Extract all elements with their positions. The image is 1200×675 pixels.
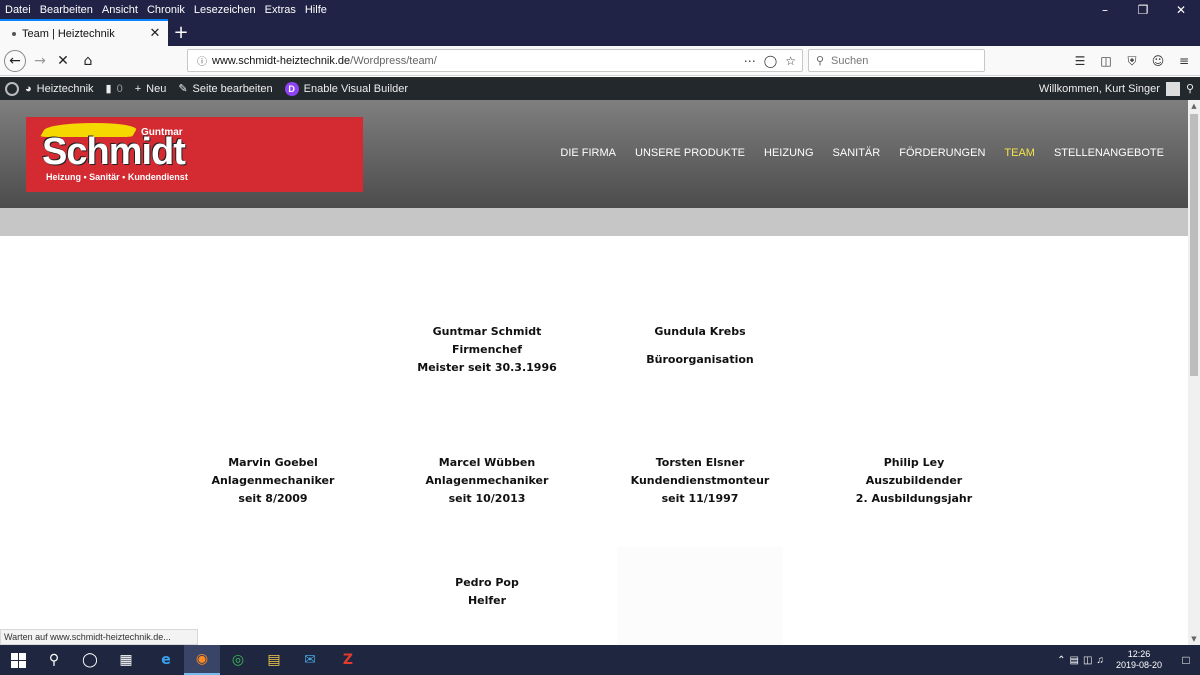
- edge-icon[interactable]: e: [148, 645, 184, 675]
- wp-edit-page[interactable]: ✎ Seite bearbeiten: [172, 82, 278, 96]
- firefox-icon[interactable]: ◉: [184, 645, 220, 675]
- image-placeholder: [617, 547, 783, 645]
- notification-icon[interactable]: □: [1172, 653, 1200, 667]
- menu-hilfe[interactable]: Hilfe: [300, 4, 331, 16]
- logo-brand: Schmidt: [42, 131, 186, 173]
- header-band: [0, 208, 1188, 236]
- nav-team[interactable]: TEAM: [1004, 147, 1035, 159]
- tray-icons[interactable]: ⌃▤◫♫: [1057, 655, 1108, 666]
- mail-icon[interactable]: ✉: [292, 645, 328, 675]
- search-taskbar-icon[interactable]: ⚲: [36, 645, 72, 675]
- home-icon[interactable]: ⌂: [77, 50, 99, 72]
- new-tab-icon[interactable]: +: [170, 19, 192, 46]
- filezilla-icon[interactable]: Z: [330, 645, 366, 675]
- pocket-icon[interactable]: ◯: [764, 54, 777, 68]
- sidebar-icon[interactable]: ◫: [1096, 50, 1116, 72]
- chrome-icon[interactable]: ◎: [220, 645, 256, 675]
- wp-new[interactable]: + Neu: [129, 83, 173, 95]
- team-member: Torsten Elsner Kundendienstmonteur seit 11…: [630, 456, 770, 505]
- dashboard-icon: ◕: [25, 82, 32, 95]
- team-member: Pedro Pop Helfer: [455, 576, 519, 607]
- nav-unsere-produkte[interactable]: UNSERE PRODUKTE: [635, 147, 745, 159]
- menu-datei[interactable]: Datei: [0, 4, 35, 16]
- shield-icon[interactable]: ⛨: [1122, 50, 1142, 72]
- minimize-icon[interactable]: –: [1086, 0, 1124, 19]
- system-tray: ⌃▤◫♫ 12:26 2019-08-20 □: [1057, 645, 1200, 675]
- hamburger-menu-icon[interactable]: ≡: [1174, 50, 1194, 72]
- wp-visual-builder[interactable]: D Enable Visual Builder: [279, 81, 414, 96]
- nav-sanitaer[interactable]: SANITÄR: [833, 147, 881, 159]
- wp-comments[interactable]: ▮ 0: [100, 82, 129, 96]
- loading-dot-icon: [12, 31, 16, 36]
- cortana-icon[interactable]: ◯: [72, 645, 108, 675]
- menu-chronik[interactable]: Chronik: [142, 4, 189, 16]
- close-window-icon[interactable]: ✕: [1162, 0, 1200, 19]
- url-bar[interactable]: ⓘ www.schmidt-heiztechnik.de/Wordpress/t…: [187, 49, 803, 72]
- search-input[interactable]: [831, 54, 971, 67]
- window-controls: – ❐ ✕: [1086, 0, 1200, 19]
- scroll-down-icon[interactable]: ▼: [1188, 633, 1200, 645]
- start-icon[interactable]: [0, 645, 36, 675]
- team-member: Marvin Goebel Anlagenmechaniker seit 8/200…: [211, 456, 335, 505]
- main-nav: DIE FIRMA UNSERE PRODUKTE HEIZUNG SANITÄ…: [560, 147, 1164, 159]
- team-member: Guntmar Schmidt Firmenchef Meister seit 30…: [417, 325, 557, 374]
- menu-extras[interactable]: Extras: [260, 4, 300, 16]
- menu-bearbeiten[interactable]: Bearbeiten: [35, 4, 97, 16]
- divi-icon: D: [284, 81, 299, 96]
- tab-strip: Team | Heiztechnik ✕ +: [0, 19, 1200, 46]
- tab-title: Team | Heiztechnik: [22, 27, 115, 40]
- bookmark-star-icon[interactable]: ☆: [785, 54, 796, 68]
- comment-icon: ▮: [105, 83, 112, 95]
- tab-team[interactable]: Team | Heiztechnik ✕: [0, 19, 168, 46]
- back-icon[interactable]: ←: [4, 50, 26, 72]
- menu-bar: Datei Bearbeiten Ansicht Chronik Lesezei…: [0, 0, 1200, 19]
- team-member: Philip Ley Auszubildender 2. Ausbildungsja…: [855, 456, 973, 505]
- nav-stellenangebote[interactable]: STELLENANGEBOTE: [1054, 147, 1164, 159]
- nav-die-firma[interactable]: DIE FIRMA: [560, 147, 616, 159]
- wordpress-logo-icon[interactable]: [5, 81, 19, 96]
- wp-welcome[interactable]: Willkommen, Kurt Singer: [1039, 83, 1160, 95]
- forward-icon[interactable]: →: [29, 50, 51, 72]
- logo-slogan: Heizung • Sanitär • Kundendienst: [46, 172, 188, 182]
- pencil-icon: ✎: [178, 83, 188, 95]
- taskbar: ⚲ ◯ ▦ e ◉ ◎ ▤ ✉ Z ⌃▤◫♫ 12:26 2019-08-20 □: [0, 645, 1200, 675]
- stop-icon[interactable]: ✕: [52, 50, 74, 72]
- clock[interactable]: 12:26 2019-08-20: [1116, 649, 1162, 671]
- status-bar: Warten auf www.schmidt-heiztechnik.de...: [0, 629, 198, 645]
- wp-site-link[interactable]: ◕ Heiztechnik: [19, 83, 100, 95]
- site-header: Guntmar Schmidt Heizung • Sanitär • Kund…: [0, 100, 1188, 208]
- page-actions-icon[interactable]: ⋯: [744, 54, 756, 68]
- info-icon[interactable]: ⓘ: [192, 53, 212, 68]
- restore-icon[interactable]: ❐: [1124, 0, 1162, 19]
- scroll-up-icon[interactable]: ▲: [1188, 100, 1200, 112]
- wp-admin-bar: ◕ Heiztechnik ▮ 0 + Neu ✎ Seite bearbeiten D…: [0, 77, 1200, 100]
- search-icon: ⚲: [815, 54, 825, 67]
- nav-foerderungen[interactable]: FÖRDERUNGEN: [899, 147, 985, 159]
- task-view-icon[interactable]: ▦: [108, 645, 144, 675]
- scroll-thumb[interactable]: [1190, 114, 1198, 376]
- file-explorer-icon[interactable]: ▤: [256, 645, 292, 675]
- team-member: Gundula Krebs Büroorganisation: [646, 325, 754, 366]
- library-icon[interactable]: ☰: [1070, 50, 1090, 72]
- close-tab-icon[interactable]: ✕: [145, 26, 165, 41]
- wp-search-icon[interactable]: ⚲: [1186, 82, 1194, 95]
- team-member: Marcel Wübben Anlagenmechaniker seit 10/20…: [425, 456, 549, 505]
- search-box[interactable]: ⚲: [808, 49, 985, 72]
- account-icon[interactable]: ☺: [1148, 50, 1168, 72]
- avatar[interactable]: [1165, 81, 1180, 96]
- plus-icon: +: [134, 82, 142, 95]
- url-text: www.schmidt-heiztechnik.de/Wordpress/tea…: [212, 54, 437, 67]
- menu-lesezeichen[interactable]: Lesezeichen: [189, 4, 260, 16]
- menu-ansicht[interactable]: Ansicht: [97, 4, 142, 16]
- page-scrollbar[interactable]: ▲ ▼: [1188, 100, 1200, 645]
- nav-heizung[interactable]: HEIZUNG: [764, 147, 814, 159]
- site-logo[interactable]: Guntmar Schmidt Heizung • Sanitär • Kund…: [26, 117, 363, 192]
- nav-toolbar: ← → ✕ ⌂ ⓘ www.schmidt-heiztechnik.de/Wor…: [0, 46, 1200, 76]
